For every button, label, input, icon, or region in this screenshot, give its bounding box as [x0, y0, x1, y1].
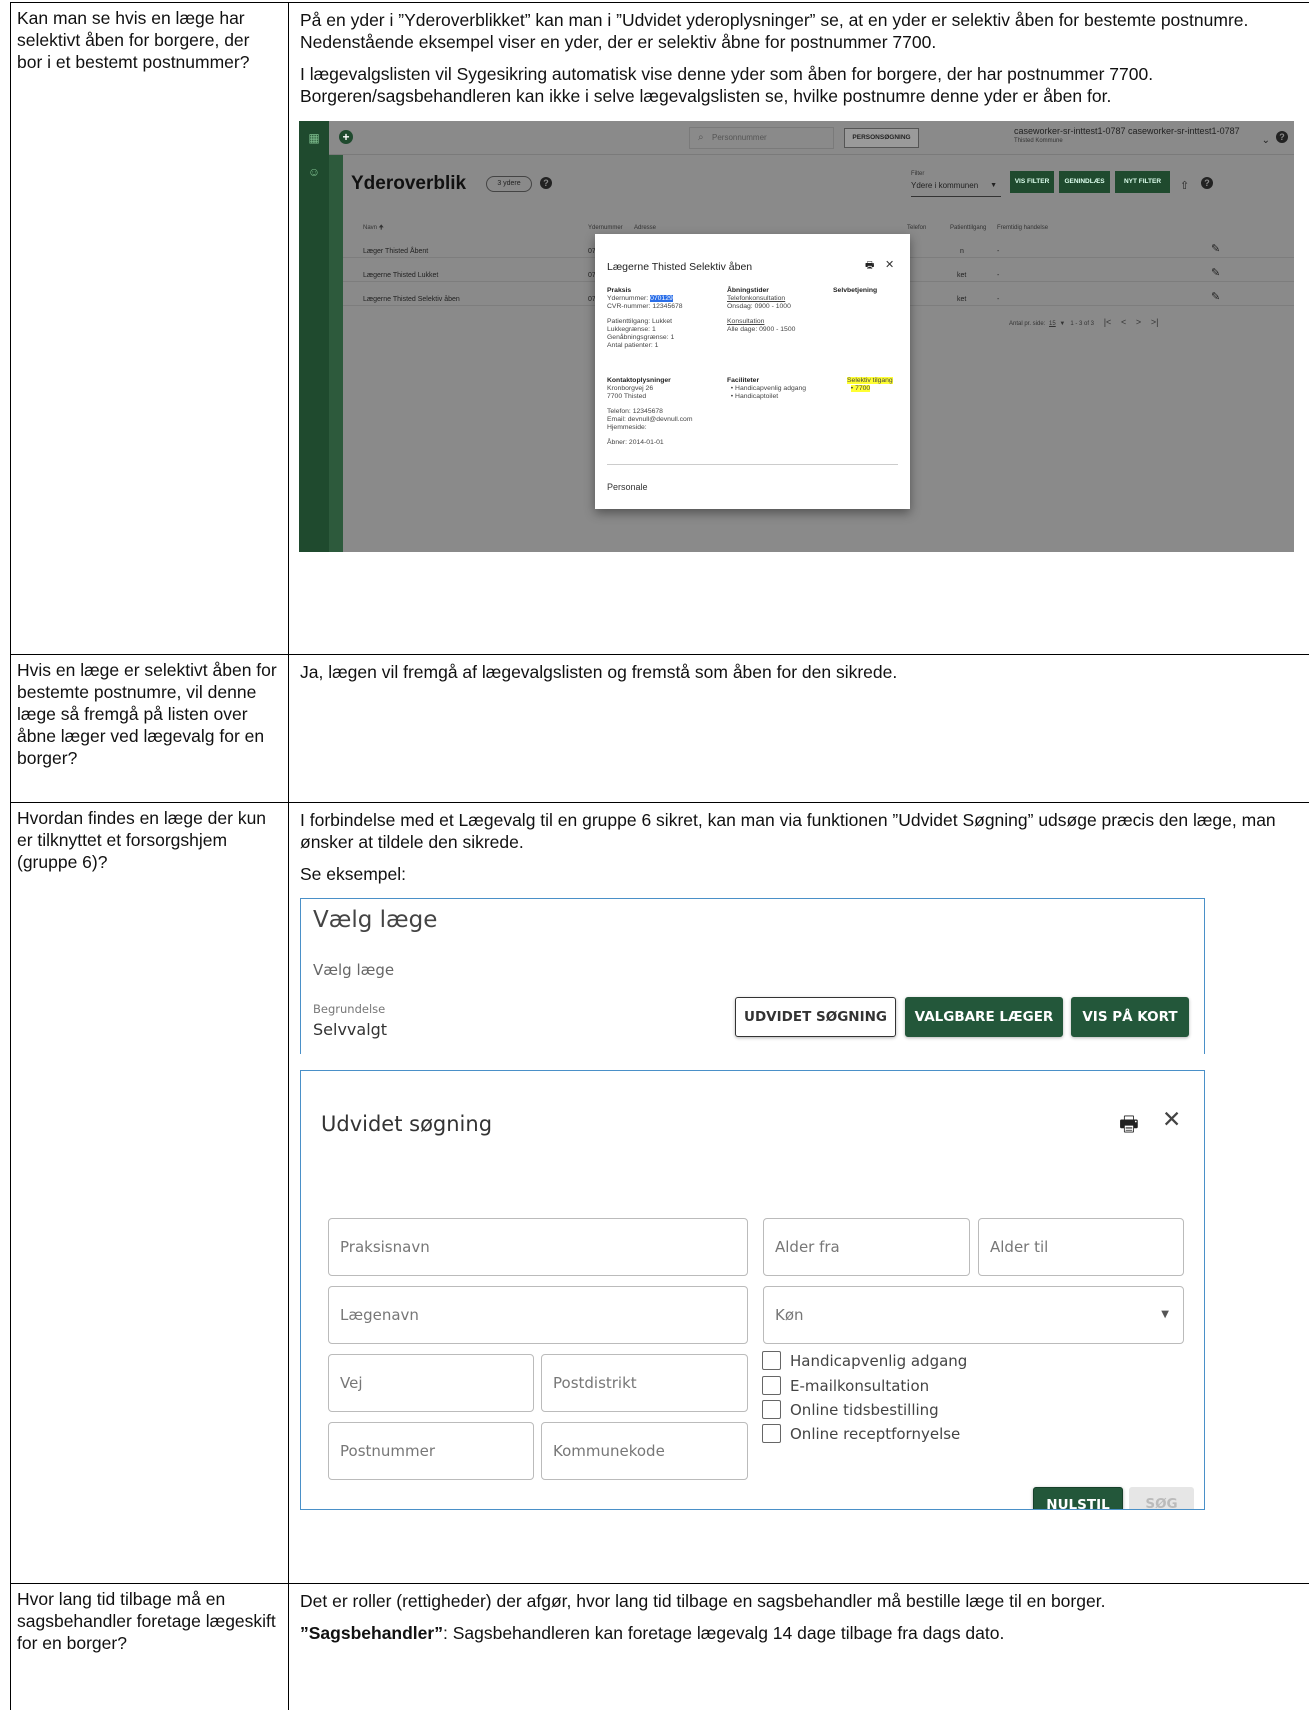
question-4: Hvor lang tid tilbage må en sagsbehandle…: [10, 1583, 289, 1710]
alder-til-input[interactable]: Alder til: [978, 1218, 1184, 1276]
filter-value: Ydere i kommunen: [911, 181, 979, 190]
panel-title: Vælg læge: [313, 907, 438, 933]
faciliteter-section: Faciliteter • Handicapvenlig adgang • Ha…: [727, 377, 807, 400]
help-icon[interactable]: ?: [1201, 177, 1213, 189]
question-1: Kan man se hvis en læge har selektivt åb…: [10, 2, 289, 655]
selvbetjening-section: Selvbetjening: [833, 287, 878, 294]
faq-row-2: Hvis en læge er selektivt åben for beste…: [10, 654, 1309, 803]
begrundelse-label: Begrundelse: [313, 1002, 386, 1016]
edit-icon[interactable]: ✎: [1211, 286, 1220, 308]
answer-1-p1: På en yder i ”Yderoverblikket” kan man i…: [300, 10, 1249, 52]
yder-details-dialog: Lægerne Thisted Selektiv åben 🖶 ✕ Praksi…: [595, 234, 910, 509]
edit-icon[interactable]: ✎: [1211, 262, 1220, 284]
edit-icon[interactable]: ✎: [1211, 238, 1220, 260]
genindlaes-button[interactable]: GENINDLÆS: [1059, 171, 1110, 193]
person-icon[interactable]: ☺: [307, 165, 321, 179]
handicap-checkbox[interactable]: Handicapvenlig adgang: [762, 1351, 967, 1371]
online-receptfornyelse-checkbox[interactable]: Online receptfornyelse: [762, 1424, 960, 1444]
yderoverblik-screenshot: ▦ ☺ + Personnummer PERSONSØGNING casewor…: [299, 121, 1294, 552]
print-icon[interactable]: 🖶: [1119, 1113, 1139, 1135]
filter-select[interactable]: Ydere i kommunen ▼: [911, 175, 1001, 197]
faq-row-3: Hvordan findes en læge der kun er tilkny…: [10, 802, 1309, 1584]
konsultation-link[interactable]: Konsultation: [727, 318, 764, 325]
dialog-title: Udvidet søgning: [321, 1112, 493, 1136]
vis-paa-kort-button[interactable]: VIS PÅ KORT: [1071, 997, 1189, 1037]
page-size-select[interactable]: 15: [1049, 321, 1056, 327]
paginator: Antal pr. side: 15 ▼ 1 - 3 of 3 |< < > >…: [1009, 317, 1159, 327]
side-strip: [329, 155, 343, 552]
user-info[interactable]: caseworker-sr-inttest1-0787 caseworker-s…: [1014, 126, 1254, 146]
user-org: Thisted Kommune: [1014, 138, 1063, 144]
dialog-title: Lægerne Thisted Selektiv åben: [607, 261, 753, 273]
koen-select[interactable]: Køn ▼: [763, 1286, 1184, 1344]
telefonkonsultation-link[interactable]: Telefonkonsultation: [727, 295, 785, 302]
share-icon[interactable]: ⇧: [1180, 175, 1189, 197]
vej-input[interactable]: Vej: [328, 1354, 534, 1412]
answer-2-p1: Ja, lægen vil fremgå af lægevalgslisten …: [300, 662, 898, 682]
answer-3-p2: Se eksempel:: [300, 864, 407, 884]
print-icon[interactable]: 🖶: [865, 255, 874, 277]
valgbare-laeger-button[interactable]: VALGBARE LÆGER: [905, 997, 1063, 1037]
answer-1: På en yder i ”Yderoverblikket” kan man i…: [288, 2, 1309, 655]
caret-down-icon: ▼: [1161, 1309, 1169, 1320]
app-rail: ▦ ☺: [299, 121, 329, 552]
emailkonsultation-checkbox[interactable]: E-mailkonsultation: [762, 1376, 929, 1396]
personale-heading[interactable]: Personale: [607, 476, 648, 498]
postnummer-input[interactable]: Postnummer: [328, 1422, 534, 1480]
question-3: Hvordan findes en læge der kun er tilkny…: [10, 802, 289, 1584]
aabningstider-section: Åbningstider Telefonkonsultation Onsdag:…: [727, 287, 796, 333]
praksisnavn-input[interactable]: Praksisnavn: [328, 1218, 748, 1276]
vis-filter-button[interactable]: VIS FILTER: [1010, 171, 1054, 193]
udvidet-soegning-dialog: Udvidet søgning 🖶 ✕ Praksisnavn Alder fr…: [300, 1070, 1205, 1510]
last-page-icon[interactable]: >|: [1151, 317, 1159, 327]
count-badge: 3 ydere: [486, 176, 532, 192]
online-tidsbestilling-checkbox[interactable]: Online tidsbestilling: [762, 1400, 939, 1420]
prev-page-icon[interactable]: <: [1121, 317, 1126, 327]
nyt-filter-button[interactable]: NYT FILTER: [1115, 171, 1170, 193]
begrundelse-value[interactable]: Selvvalgt: [313, 1019, 387, 1041]
first-page-icon[interactable]: |<: [1104, 317, 1112, 327]
answer-3-p1: I forbindelse med et Lægevalg til en gru…: [300, 810, 1276, 852]
vaelg-laege-panel: Vælg læge Vælg læge Begrundelse Selvvalg…: [300, 898, 1205, 1054]
add-icon[interactable]: +: [339, 130, 353, 144]
soeg-button[interactable]: SØG: [1129, 1487, 1194, 1509]
faq-table: Kan man se hvis en læge har selektivt åb…: [10, 2, 1309, 1710]
calendar-icon[interactable]: ▦: [307, 131, 321, 145]
answer-4-p1: Det er roller (rettigheder) der afgør, h…: [300, 1591, 1106, 1611]
selektiv-tilgang-section: Selektiv tilgang • 7700: [847, 377, 893, 392]
kommunekode-input[interactable]: Kommunekode: [541, 1422, 748, 1480]
divider: [607, 464, 898, 465]
help-icon[interactable]: ?: [1276, 131, 1288, 143]
close-icon[interactable]: ✕: [1162, 1109, 1181, 1132]
answer-3: I forbindelse med et Lægevalg til en gru…: [288, 802, 1309, 1584]
next-page-icon[interactable]: >: [1136, 317, 1141, 327]
question-2: Hvis en læge er selektivt åben for beste…: [10, 654, 289, 803]
postdistrikt-input[interactable]: Postdistrikt: [541, 1354, 748, 1412]
page-title: Yderoverblik: [351, 173, 467, 194]
person-search-input[interactable]: Personnummer: [689, 127, 834, 149]
laegenavn-input[interactable]: Lægenavn: [328, 1286, 748, 1344]
top-bar: + Personnummer PERSONSØGNING caseworker-…: [329, 121, 1294, 155]
highlighted-ydernummer: 070129: [650, 295, 673, 302]
faq-row-4: Hvor lang tid tilbage må en sagsbehandle…: [10, 1583, 1309, 1710]
person-search-button[interactable]: PERSONSØGNING: [844, 128, 919, 148]
caret-down-icon: ▼: [990, 182, 997, 189]
faq-row-1: Kan man se hvis en læge har selektivt åb…: [10, 2, 1309, 655]
help-icon[interactable]: ?: [540, 177, 552, 189]
panel-subtitle: Vælg læge: [313, 961, 395, 979]
user-name: caseworker-sr-inttest1-0787 caseworker-s…: [1014, 126, 1240, 136]
chevron-down-icon[interactable]: ⌄: [1262, 130, 1270, 152]
udvidet-soegning-button[interactable]: UDVIDET SØGNING: [735, 997, 896, 1037]
praksis-section: Praksis Ydernummer: 070129 CVR-nummer: 1…: [607, 287, 683, 349]
answer-2: Ja, lægen vil fremgå af lægevalgslisten …: [288, 654, 1309, 803]
close-icon[interactable]: ✕: [885, 254, 894, 276]
answer-4: Det er roller (rettigheder) der afgør, h…: [288, 1583, 1309, 1710]
selektiv-postnummer: 7700: [855, 385, 871, 392]
kontakt-section: Kontaktoplysninger Kronborgvej 26 7700 T…: [607, 377, 693, 446]
nulstil-button[interactable]: NULSTIL: [1033, 1487, 1123, 1509]
answer-4-p2: ”Sagsbehandler”: Sagsbehandleren kan for…: [300, 1623, 1005, 1643]
alder-fra-input[interactable]: Alder fra: [763, 1218, 970, 1276]
answer-1-p2: I lægevalgslisten vil Sygesikring automa…: [300, 64, 1154, 106]
